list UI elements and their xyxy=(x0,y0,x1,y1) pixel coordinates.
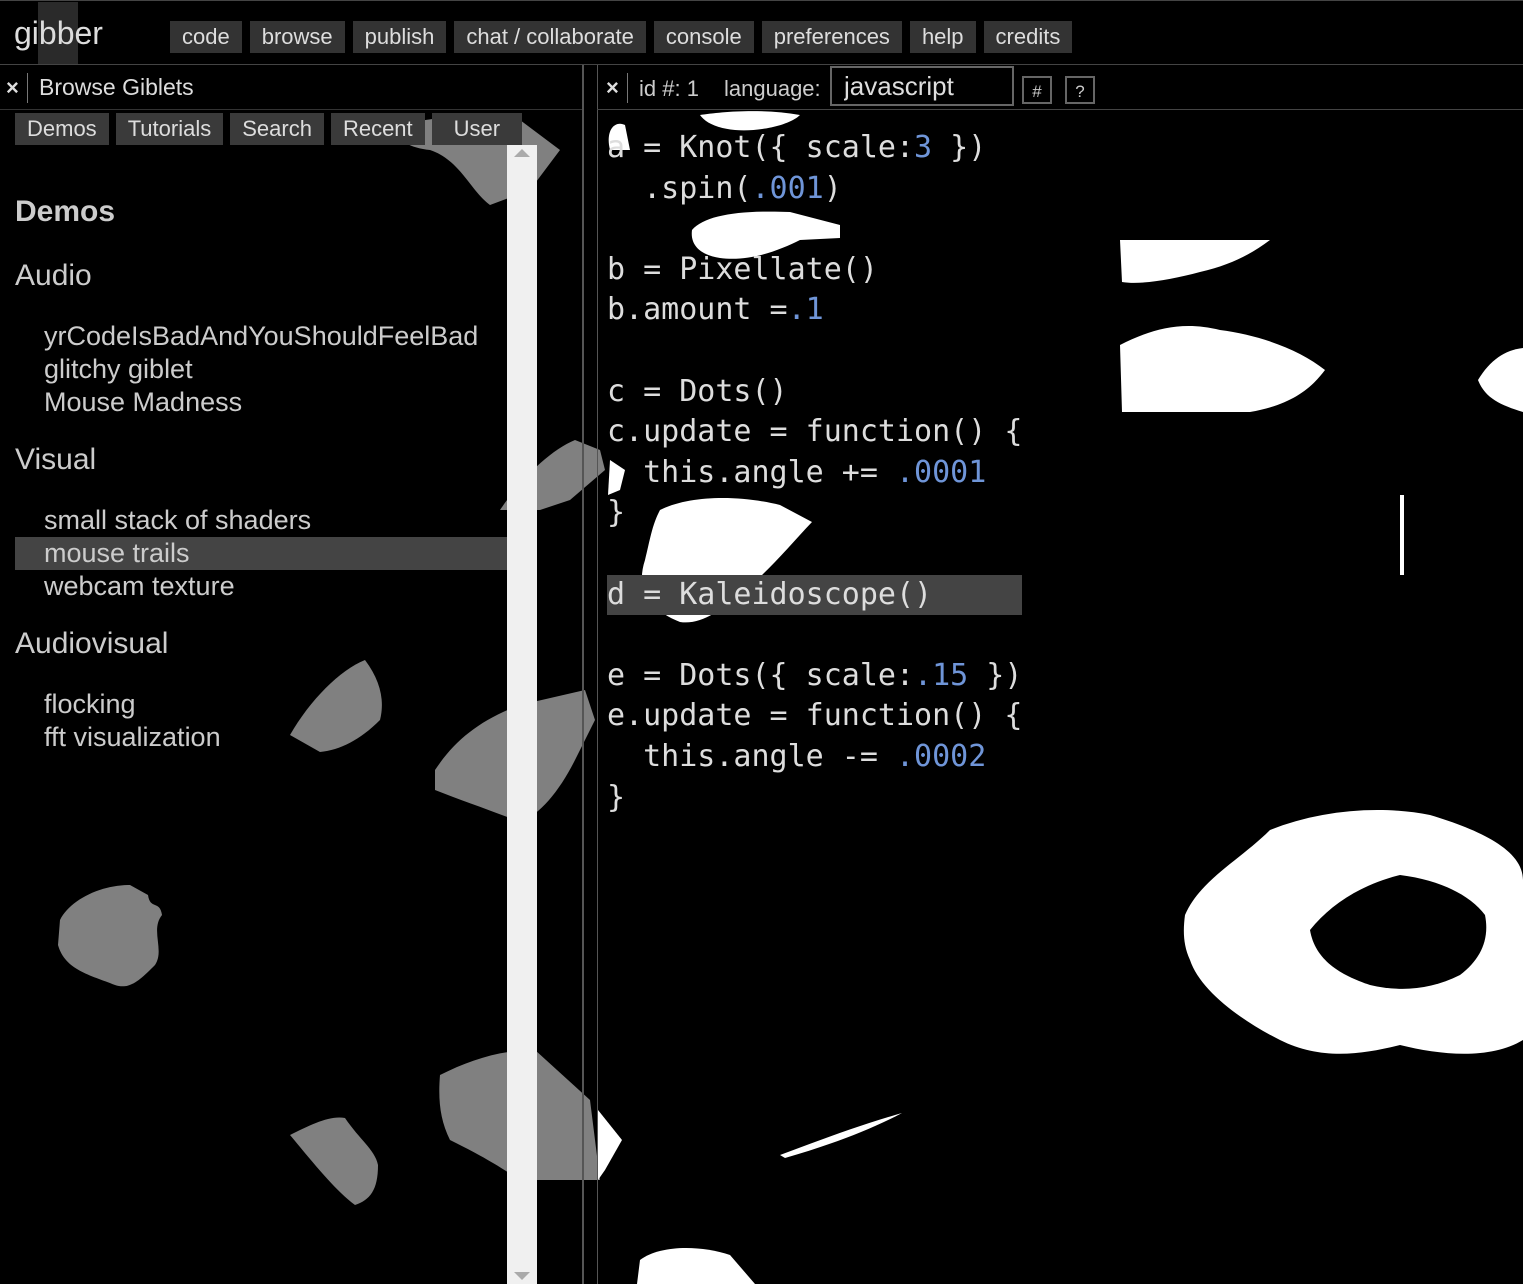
category-visual: Visual xyxy=(15,443,97,476)
main-menu-bar: gibber code browse publish chat / collab… xyxy=(0,0,1523,65)
category-audio: Audio xyxy=(15,259,92,292)
panel-title: Browse Giblets xyxy=(39,74,194,100)
browse-tabs: Demos Tutorials Search Recent User xyxy=(15,113,523,145)
tab-tutorials[interactable]: Tutorials xyxy=(115,113,224,145)
scroll-down-arrow-icon[interactable] xyxy=(514,1272,530,1280)
code-line[interactable] xyxy=(607,615,1022,656)
language-label: language: xyxy=(724,76,821,101)
panel-resize-handle[interactable] xyxy=(582,65,584,1284)
code-line[interactable]: e = Dots({ scale:.15 }) xyxy=(607,656,1022,697)
code-line[interactable]: this.angle += .0001 xyxy=(607,453,1022,494)
code-line[interactable]: this.angle -= .0002 xyxy=(607,737,1022,778)
browse-scrollbar[interactable] xyxy=(507,145,537,1284)
code-line[interactable]: .spin(.001) xyxy=(607,169,1022,210)
tab-search[interactable]: Search xyxy=(230,113,324,145)
editor-border xyxy=(597,65,598,1284)
code-line[interactable]: } xyxy=(607,778,1022,819)
code-line[interactable] xyxy=(607,209,1022,250)
giblet-item[interactable]: webcam texture xyxy=(15,570,507,603)
language-input[interactable] xyxy=(830,66,1014,106)
menu-publish[interactable]: publish xyxy=(352,21,447,53)
code-line[interactable]: } xyxy=(607,493,1022,534)
code-line[interactable] xyxy=(607,331,1022,372)
scroll-up-arrow-icon[interactable] xyxy=(514,149,530,157)
code-line[interactable]: c.update = function() { xyxy=(607,412,1022,453)
code-line[interactable]: b.amount =.1 xyxy=(607,290,1022,331)
menu-chat-collaborate[interactable]: chat / collaborate xyxy=(454,21,646,53)
giblet-item[interactable]: flocking xyxy=(15,688,507,721)
giblet-item[interactable]: yrCodeIsBadAndYouShouldFeelBad xyxy=(15,320,507,353)
menu-console[interactable]: console xyxy=(653,21,754,53)
code-line[interactable]: c = Dots() xyxy=(607,372,1022,413)
giblet-item[interactable]: glitchy giblet xyxy=(15,353,507,386)
giblet-item[interactable]: small stack of shaders xyxy=(15,504,507,537)
menu-credits[interactable]: credits xyxy=(983,21,1073,53)
tab-recent[interactable]: Recent xyxy=(330,113,425,145)
app-logo: gibber xyxy=(14,15,103,51)
code-line[interactable]: b = Pixellate() xyxy=(607,250,1022,291)
giblet-list: Demos Audio yrCodeIsBadAndYouShouldFeelB… xyxy=(15,195,507,754)
category-audiovisual: Audiovisual xyxy=(15,627,169,660)
menu-browse[interactable]: browse xyxy=(249,21,345,53)
menu-help[interactable]: help xyxy=(909,21,976,53)
editor-header: × id #: 1 language: # ? xyxy=(597,65,1523,110)
giblet-item[interactable]: Mouse Madness xyxy=(15,386,507,419)
code-line[interactable]: d = Kaleidoscope() xyxy=(607,574,1023,616)
tab-user[interactable]: User xyxy=(431,113,523,145)
code-editor[interactable]: a = Knot({ scale:3 }) .spin(.001) b = Pi… xyxy=(607,128,1023,819)
header-divider xyxy=(627,73,628,103)
menu-preferences[interactable]: preferences xyxy=(761,21,902,53)
tab-demos[interactable]: Demos xyxy=(15,113,109,145)
code-line[interactable] xyxy=(607,534,1022,575)
browse-panel-header: × Browse Giblets xyxy=(0,65,582,110)
code-line[interactable]: e.update = function() { xyxy=(607,696,1022,737)
close-icon[interactable]: × xyxy=(606,75,619,101)
list-heading: Demos xyxy=(15,195,116,228)
giblet-item-selected[interactable]: mouse trails xyxy=(15,537,507,570)
help-button[interactable]: ? xyxy=(1065,76,1095,104)
giblet-item[interactable]: fft visualization xyxy=(15,721,507,754)
close-icon[interactable]: × xyxy=(6,75,19,101)
editor-id-label: id #: 1 xyxy=(639,76,699,101)
menu-code[interactable]: code xyxy=(170,21,242,53)
hash-button[interactable]: # xyxy=(1022,76,1052,104)
code-line[interactable]: a = Knot({ scale:3 }) xyxy=(607,128,1022,169)
main-menu: code browse publish chat / collaborate c… xyxy=(170,21,1073,53)
header-divider xyxy=(27,73,28,103)
